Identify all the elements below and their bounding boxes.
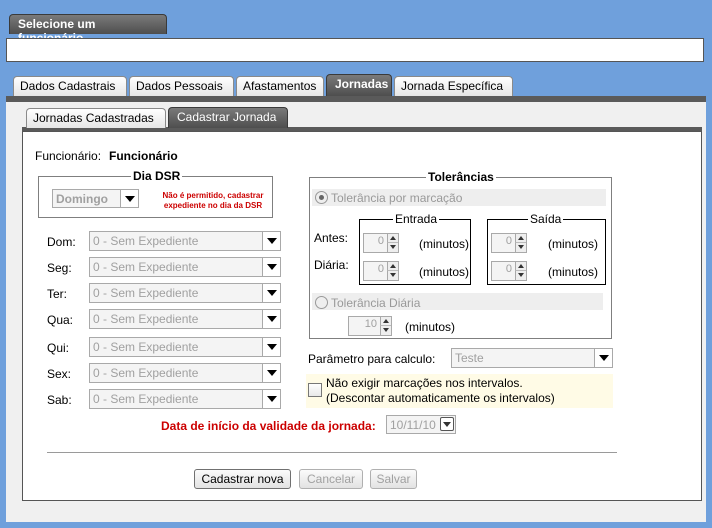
day-value-sab: 0 - Sem Expediente xyxy=(93,392,199,406)
per-mark-radio[interactable] xyxy=(315,191,328,204)
arrow-down-icon[interactable] xyxy=(515,243,526,252)
diaria-entrada-unit: (minutos) xyxy=(419,265,470,279)
no-marks-checkbox[interactable] xyxy=(308,383,322,397)
chevron-down-icon xyxy=(594,349,612,367)
day-label-seg: Seg: xyxy=(47,261,72,275)
no-marks-label: Não exigir marcações nos intervalos. (De… xyxy=(326,376,555,406)
chevron-down-icon xyxy=(262,258,280,276)
day-select-ter[interactable]: 0 - Sem Expediente xyxy=(89,283,281,303)
chevron-down-icon xyxy=(262,310,280,328)
per-mark-label: Tolerância por marcação xyxy=(331,191,463,205)
antes-saida-unit: (minutos) xyxy=(548,237,599,251)
employee-select-tab[interactable]: Selecione um funcionário xyxy=(9,14,167,45)
day-value-seg: 0 - Sem Expediente xyxy=(93,260,199,274)
tab-jornadas[interactable]: Jornadas xyxy=(326,74,392,96)
arrow-down-icon[interactable] xyxy=(387,243,398,252)
save-button[interactable]: Salvar xyxy=(370,469,417,489)
no-marks-line1: Não exigir marcações nos intervalos. xyxy=(326,376,523,390)
dsr-warning-line2: expediente no dia da DSR xyxy=(163,201,263,210)
arrow-up-icon[interactable] xyxy=(387,262,398,271)
chevron-down-icon xyxy=(262,390,280,408)
tab-dados-pessoais[interactable]: Dados Pessoais xyxy=(129,76,234,96)
calc-param-value: Teste xyxy=(455,351,484,365)
antes-saida-stepper[interactable]: 0 xyxy=(491,233,527,253)
antes-entrada-stepper[interactable]: 0 xyxy=(363,233,399,253)
no-marks-line2: (Descontar automaticamente os intervalos… xyxy=(326,391,555,405)
tab-jornadas-cadastradas[interactable]: Jornadas Cadastradas xyxy=(26,108,166,128)
daily-label: Tolerância Diária xyxy=(331,296,421,310)
arrow-up-icon[interactable] xyxy=(387,234,398,243)
tolerances-title: Tolerâncias xyxy=(426,170,496,184)
day-value-qui: 0 - Sem Expediente xyxy=(93,340,199,354)
chevron-down-icon xyxy=(120,190,138,207)
register-new-button[interactable]: Cadastrar nova xyxy=(194,469,291,489)
antes-entrada-value: 0 xyxy=(377,235,384,247)
daily-radio[interactable] xyxy=(315,296,328,309)
day-select-qua[interactable]: 0 - Sem Expediente xyxy=(89,309,281,329)
validity-value: 10/11/10 xyxy=(390,418,436,432)
antes-entrada-unit: (minutos) xyxy=(419,237,470,251)
tab-cadastrar-jornada[interactable]: Cadastrar Jornada xyxy=(168,107,288,128)
validity-date-field[interactable]: 10/11/10 xyxy=(386,415,456,434)
daily-stepper[interactable]: 10 xyxy=(348,316,392,336)
arrow-up-icon[interactable] xyxy=(380,317,391,326)
tab-afastamentos[interactable]: Afastamentos xyxy=(236,76,324,96)
day-select-seg[interactable]: 0 - Sem Expediente xyxy=(89,257,281,277)
divider xyxy=(47,452,617,453)
chevron-down-icon xyxy=(443,422,451,427)
day-value-dom: 0 - Sem Expediente xyxy=(93,234,199,248)
arrow-down-icon[interactable] xyxy=(387,271,398,280)
dsr-warning: Não é permitido, cadastrar expediente no… xyxy=(158,191,268,211)
day-label-qui: Qui: xyxy=(47,341,70,355)
diaria-saida-stepper[interactable]: 0 xyxy=(491,261,527,281)
antes-saida-value: 0 xyxy=(505,235,512,247)
day-select-dom[interactable]: 0 - Sem Expediente xyxy=(89,231,281,251)
saida-title: Saída xyxy=(528,212,564,226)
diaria-saida-value: 0 xyxy=(505,263,512,275)
day-label-qua: Qua: xyxy=(47,313,74,327)
diaria-entrada-stepper[interactable]: 0 xyxy=(363,261,399,281)
day-label-ter: Ter: xyxy=(47,287,68,301)
calc-param-label: Parâmetro para calculo: xyxy=(308,352,436,366)
entrada-title: Entrada xyxy=(393,212,440,226)
calendar-dropdown-icon[interactable] xyxy=(440,417,454,431)
day-label-sex: Sex: xyxy=(47,367,72,381)
day-select-sex[interactable]: 0 - Sem Expediente xyxy=(89,363,281,383)
employee-value: Funcionário xyxy=(109,149,178,163)
day-value-ter: 0 - Sem Expediente xyxy=(93,286,199,300)
daily-value: 10 xyxy=(364,318,377,330)
calc-param-select[interactable]: Teste xyxy=(451,348,613,368)
cancel-button[interactable]: Cancelar xyxy=(299,469,363,489)
chevron-down-icon xyxy=(262,364,280,382)
employee-search-field[interactable] xyxy=(6,38,704,62)
tab-jornada-especifica[interactable]: Jornada Específica xyxy=(394,76,513,96)
arrow-down-icon[interactable] xyxy=(380,326,391,335)
diaria-entrada-value: 0 xyxy=(377,263,384,275)
dsr-selected: Domingo xyxy=(56,192,108,206)
chevron-down-icon xyxy=(262,232,280,250)
day-select-qui[interactable]: 0 - Sem Expediente xyxy=(89,337,281,357)
diaria-saida-unit: (minutos) xyxy=(548,265,599,279)
daily-unit: (minutos) xyxy=(405,320,456,334)
chevron-down-icon xyxy=(262,284,280,302)
dsr-title: Dia DSR xyxy=(131,169,183,183)
validity-label: Data de início da validade da jornada: xyxy=(161,419,376,433)
employee-label: Funcionário: xyxy=(35,149,102,163)
day-label-sab: Sab: xyxy=(47,393,72,407)
day-label-dom: Dom: xyxy=(47,235,76,249)
day-select-sab[interactable]: 0 - Sem Expediente xyxy=(89,389,281,409)
arrow-up-icon[interactable] xyxy=(515,262,526,271)
antes-label: Antes: xyxy=(314,231,349,245)
arrow-down-icon[interactable] xyxy=(515,271,526,280)
chevron-down-icon xyxy=(262,338,280,356)
day-value-sex: 0 - Sem Expediente xyxy=(93,366,199,380)
diaria-label: Diária: xyxy=(314,258,349,272)
arrow-up-icon[interactable] xyxy=(515,234,526,243)
tab-dados-cadastrais[interactable]: Dados Cadastrais xyxy=(13,76,127,96)
dsr-select[interactable]: Domingo xyxy=(52,189,139,208)
day-value-qua: 0 - Sem Expediente xyxy=(93,312,199,326)
dsr-warning-line1: Não é permitido, cadastrar xyxy=(162,191,264,200)
